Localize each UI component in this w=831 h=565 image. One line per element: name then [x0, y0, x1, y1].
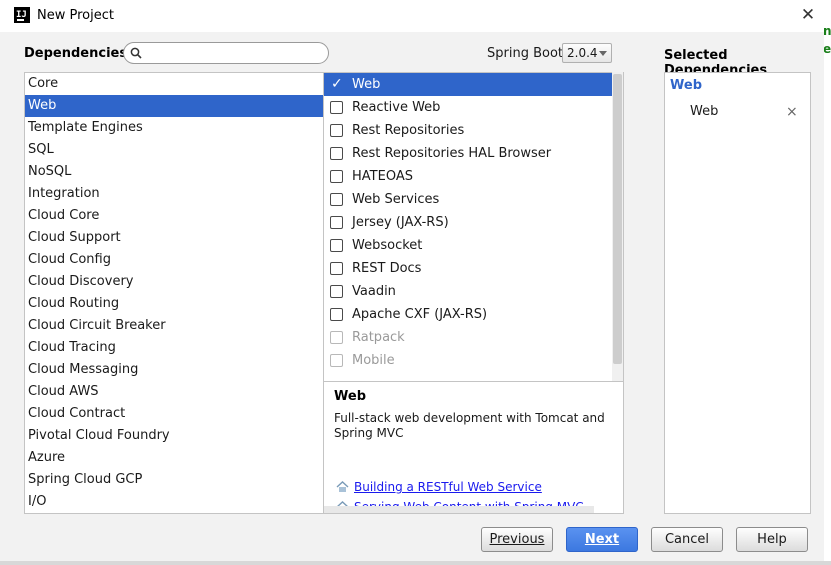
dependency-item[interactable]: Websocket — [324, 234, 623, 257]
help-button[interactable]: Help — [736, 527, 808, 552]
checkbox[interactable] — [330, 170, 343, 183]
dependency-item: Mobile — [324, 349, 623, 372]
checkbox[interactable] — [330, 124, 343, 137]
next-button[interactable]: Next — [566, 527, 638, 552]
checkbox[interactable] — [330, 216, 343, 229]
dependency-label: Reactive Web — [352, 100, 441, 115]
previous-button-label: Previous — [489, 532, 545, 547]
scrollbar-thumb[interactable] — [613, 74, 622, 364]
category-item[interactable]: Cloud AWS — [25, 381, 323, 403]
category-item[interactable]: Core — [25, 73, 323, 95]
checkbox[interactable] — [330, 308, 343, 321]
dependency-label: Ratpack — [352, 330, 405, 345]
checkmark-icon: ✓ — [331, 76, 343, 92]
close-icon[interactable]: ✕ — [800, 6, 816, 24]
checkbox[interactable] — [330, 101, 343, 114]
dependency-item[interactable]: Jersey (JAX-RS) — [324, 211, 623, 234]
dependency-item[interactable]: Reactive Web — [324, 96, 623, 119]
checkbox[interactable] — [330, 147, 343, 160]
selected-group-title: Web — [670, 78, 702, 93]
checkbox[interactable] — [330, 285, 343, 298]
category-item[interactable]: SQL — [25, 139, 323, 161]
cancel-button[interactable]: Cancel — [651, 527, 723, 552]
category-item[interactable]: Spring Cloud GCP — [25, 469, 323, 491]
title-bar: IJ New Project ✕ — [0, 0, 831, 32]
dependency-item[interactable]: Rest Repositories HAL Browser — [324, 142, 623, 165]
dependency-label: Rest Repositories — [352, 123, 465, 138]
category-item[interactable]: Cloud Messaging — [25, 359, 323, 381]
dependency-label: Websocket — [352, 238, 423, 253]
dependency-item[interactable]: Vaadin — [324, 280, 623, 303]
spring-boot-label: Spring Boot — [487, 46, 564, 61]
dependency-item: Ratpack — [324, 326, 623, 349]
category-list[interactable]: Core Web Template Engines SQL NoSQL Integrati… — [24, 72, 324, 514]
previous-button[interactable]: Previous — [481, 527, 553, 552]
dependency-label: Web Services — [352, 192, 440, 207]
dependency-item[interactable]: REST Docs — [324, 257, 623, 280]
description-text: Full-stack web development with Tomcat a… — [334, 411, 605, 440]
selected-dependency-item: Web — [690, 104, 719, 119]
dependency-label: Jersey (JAX-RS) — [352, 215, 449, 230]
checkbox[interactable] — [330, 239, 343, 252]
help-button-label: Help — [757, 532, 787, 547]
category-item[interactable]: Azure — [25, 447, 323, 469]
category-item[interactable]: Integration — [25, 183, 323, 205]
cancel-button-label: Cancel — [664, 532, 710, 547]
dependency-label: Apache CXF (JAX-RS) — [352, 307, 488, 322]
spring-boot-version-select[interactable]: 2.0.4 — [562, 43, 612, 63]
category-item[interactable]: Cloud Circuit Breaker — [25, 315, 323, 337]
window-title: New Project — [37, 8, 114, 23]
dependency-label: Web — [352, 77, 381, 92]
category-item[interactable]: NoSQL — [25, 161, 323, 183]
dependencies-label: Dependencies — [24, 46, 128, 61]
home-icon — [336, 481, 349, 492]
guide-link-row: Building a RESTful Web Service — [336, 478, 542, 496]
checkbox — [330, 354, 343, 367]
dependency-list-scrollbar[interactable] — [612, 72, 623, 382]
category-item[interactable]: Cloud Config — [25, 249, 323, 271]
selected-dependencies-panel: Web Web × — [664, 72, 811, 514]
category-item[interactable]: Cloud Contract — [25, 403, 323, 425]
remove-icon[interactable]: × — [786, 104, 798, 120]
dependency-list[interactable]: ✓ Web Reactive Web Rest Repositories Rest Re… — [323, 72, 624, 382]
search-field[interactable] — [123, 42, 329, 64]
dependency-label: HATEOAS — [352, 169, 413, 184]
category-item[interactable]: Cloud Routing — [25, 293, 323, 315]
dependency-label: Rest Repositories HAL Browser — [352, 146, 552, 161]
background-window-edge: ne — [823, 24, 831, 56]
category-item[interactable]: Cloud Discovery — [25, 271, 323, 293]
category-item[interactable]: Cloud Support — [25, 227, 323, 249]
search-input[interactable] — [146, 45, 324, 61]
category-item[interactable]: Cloud Core — [25, 205, 323, 227]
dependency-item[interactable]: Rest Repositories — [324, 119, 623, 142]
dependency-item[interactable]: HATEOAS — [324, 165, 623, 188]
dependency-label: Vaadin — [352, 284, 396, 299]
category-item[interactable]: Pivotal Cloud Foundry — [25, 425, 323, 447]
chevron-down-icon — [599, 51, 607, 56]
category-item[interactable]: Template Engines — [25, 117, 323, 139]
search-icon — [130, 47, 142, 59]
category-item[interactable]: Cloud Tracing — [25, 337, 323, 359]
dependency-item[interactable]: Apache CXF (JAX-RS) — [324, 303, 623, 326]
spring-boot-version: 2.0.4 — [567, 46, 598, 60]
checkbox — [330, 331, 343, 344]
checkbox[interactable] — [330, 193, 343, 206]
category-item[interactable]: Web — [25, 95, 323, 117]
dialog-content: Dependencies Spring Boot 2.0.4 Core Web Te… — [0, 32, 824, 565]
description-overflow — [324, 506, 594, 513]
guide-link[interactable]: Building a RESTful Web Service — [354, 480, 542, 494]
category-item[interactable]: I/O — [25, 491, 323, 513]
dependency-item[interactable]: ✓ Web — [324, 73, 612, 96]
dependency-item[interactable]: Web Services — [324, 188, 623, 211]
bottom-edge — [0, 561, 831, 565]
description-panel: Web Full-stack web development with Tomc… — [323, 381, 624, 514]
intellij-icon: IJ — [14, 7, 30, 23]
description-title: Web — [334, 389, 366, 404]
dependency-label: REST Docs — [352, 261, 422, 276]
dependency-label: Mobile — [352, 353, 395, 368]
checkbox[interactable] — [330, 262, 343, 275]
next-button-label: Next — [584, 532, 620, 547]
